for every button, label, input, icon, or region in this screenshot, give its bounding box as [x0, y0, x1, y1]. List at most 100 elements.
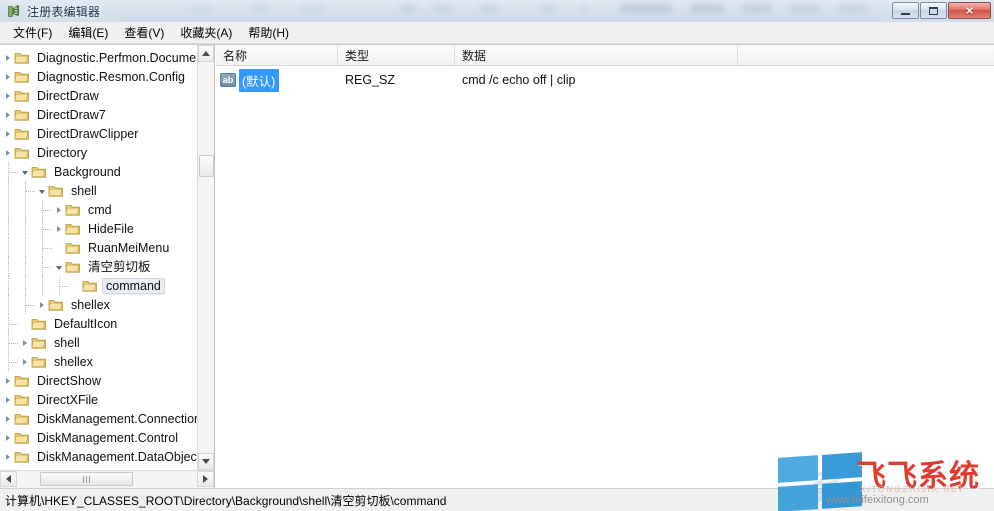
folder-icon	[14, 374, 30, 388]
maximize-button[interactable]	[920, 2, 947, 19]
tree-guide	[60, 286, 69, 287]
tree-guide	[43, 248, 52, 249]
title-bar[interactable]: 注册表编辑器 ×	[0, 0, 994, 22]
tree-item[interactable]: Background	[0, 162, 198, 181]
chevron-right-icon[interactable]	[2, 67, 14, 86]
chevron-down-icon[interactable]	[36, 181, 48, 200]
tree-guide	[25, 200, 26, 219]
chevron-up-icon	[202, 51, 210, 56]
folder-icon	[14, 431, 30, 445]
close-button[interactable]: ×	[948, 2, 991, 19]
tree-item[interactable]: cmd	[0, 200, 198, 219]
tree-item[interactable]: DiskManagement.Control	[0, 428, 198, 447]
column-data[interactable]: 数据	[455, 45, 738, 65]
chevron-right-icon[interactable]	[2, 428, 14, 447]
tree-item[interactable]: DirectXFile	[0, 390, 198, 409]
value-type-cell: REG_SZ	[345, 73, 396, 87]
chevron-down-icon[interactable]	[53, 257, 65, 276]
chevron-down-icon[interactable]	[19, 162, 31, 181]
scroll-right-button[interactable]	[197, 471, 214, 487]
chevron-right-icon[interactable]	[2, 124, 14, 143]
tree-viewport: Diagnostic.Perfmon.Document Diagnostic.Re…	[0, 45, 198, 470]
folder-icon	[31, 317, 47, 331]
table-row[interactable]: ab (默认) REG_SZ cmd /c echo off | clip	[216, 68, 994, 92]
tree-guide	[42, 276, 43, 295]
tree-guide	[25, 238, 26, 257]
menu-file[interactable]: 文件(F)	[5, 22, 60, 43]
tree-item-label: DirectShow	[37, 373, 101, 388]
string-value-icon: ab	[220, 73, 236, 87]
tree-guide	[8, 238, 9, 257]
chevron-right-icon[interactable]	[2, 371, 14, 390]
folder-icon	[14, 393, 30, 407]
tree-vertical-scrollbar[interactable]	[197, 45, 214, 470]
tree-item[interactable]: RuanMeiMenu	[0, 238, 198, 257]
menu-bar: 文件(F) 编辑(E) 查看(V) 收藏夹(A) 帮助(H)	[0, 22, 994, 44]
tree-guide	[8, 276, 9, 295]
column-name[interactable]: 名称	[216, 45, 338, 65]
tree-guide	[9, 324, 18, 325]
tree-item[interactable]: Diagnostic.Perfmon.Document	[0, 48, 198, 67]
grip-icon	[82, 475, 91, 483]
tree-item[interactable]: DefaultIcon	[0, 314, 198, 333]
maximize-icon	[929, 6, 938, 15]
minimize-button[interactable]	[892, 2, 919, 19]
tree-item-label: RuanMeiMenu	[88, 240, 170, 255]
tree-item[interactable]: DirectShow	[0, 371, 198, 390]
scroll-down-button[interactable]	[198, 453, 214, 470]
tree-guide	[8, 257, 9, 276]
tree-item[interactable]: shell	[0, 333, 198, 352]
scroll-up-button[interactable]	[198, 45, 214, 62]
tree-item[interactable]: 清空剪切板	[0, 257, 198, 276]
chevron-right-icon[interactable]	[2, 48, 14, 67]
tree-item[interactable]: Diagnostic.Resmon.Config	[0, 67, 198, 86]
chevron-right-icon[interactable]	[53, 200, 65, 219]
tree-horizontal-scrollbar[interactable]	[0, 470, 214, 488]
tree-item[interactable]: DirectDraw7	[0, 105, 198, 124]
tree-item[interactable]: shell	[0, 181, 198, 200]
minimize-icon	[901, 12, 910, 15]
menu-favorites[interactable]: 收藏夹(A)	[172, 22, 240, 43]
menu-help[interactable]: 帮助(H)	[240, 22, 297, 43]
tree-guide	[8, 219, 9, 238]
tree-item[interactable]: DirectDraw	[0, 86, 198, 105]
tree-item-label: DiskManagement.DataObject	[37, 449, 198, 464]
value-name-cell[interactable]: ab (默认)	[216, 68, 338, 92]
chevron-right-icon[interactable]	[2, 143, 14, 162]
folder-icon	[48, 184, 64, 198]
column-type[interactable]: 类型	[338, 45, 455, 65]
tree-guide	[43, 229, 52, 230]
chevron-right-icon[interactable]	[2, 447, 14, 466]
vertical-scroll-thumb[interactable]	[199, 155, 214, 177]
tree-item-label: Directory	[37, 145, 88, 160]
chevron-right-icon[interactable]	[19, 333, 31, 352]
tree-guide	[9, 343, 18, 344]
tree-item[interactable]: DirectDrawClipper	[0, 124, 198, 143]
tree-item[interactable]: HideFile	[0, 219, 198, 238]
tree-item[interactable]: Directory	[0, 143, 198, 162]
chevron-right-icon[interactable]	[19, 352, 31, 371]
scroll-left-button[interactable]	[0, 471, 17, 487]
menu-view[interactable]: 查看(V)	[116, 22, 172, 43]
tree-item[interactable]: shellex	[0, 352, 198, 371]
chevron-right-icon[interactable]	[2, 86, 14, 105]
chevron-right-icon[interactable]	[2, 409, 14, 428]
column-header-row: 名称 类型 数据	[216, 45, 994, 66]
client-area: Diagnostic.Perfmon.Document Diagnostic.Re…	[0, 44, 994, 488]
tree-guide	[9, 172, 18, 173]
horizontal-scroll-thumb[interactable]	[40, 472, 133, 486]
tree-item[interactable]: DiskManagement.DataObject	[0, 447, 198, 466]
tree-item[interactable]: DiskManagement.Connection	[0, 409, 198, 428]
menu-edit[interactable]: 编辑(E)	[60, 22, 116, 43]
tree-item-label: DiskManagement.Connection	[37, 411, 198, 426]
tree-item-label: command	[102, 277, 165, 294]
chevron-right-icon[interactable]	[36, 295, 48, 314]
registry-tree[interactable]: Diagnostic.Perfmon.Document Diagnostic.Re…	[0, 45, 198, 466]
chevron-down-icon	[202, 459, 210, 464]
registry-editor-icon	[6, 3, 22, 19]
tree-item[interactable]: shellex	[0, 295, 198, 314]
chevron-right-icon[interactable]	[53, 219, 65, 238]
chevron-right-icon[interactable]	[2, 105, 14, 124]
tree-item[interactable]: command	[0, 276, 198, 295]
chevron-right-icon[interactable]	[2, 390, 14, 409]
